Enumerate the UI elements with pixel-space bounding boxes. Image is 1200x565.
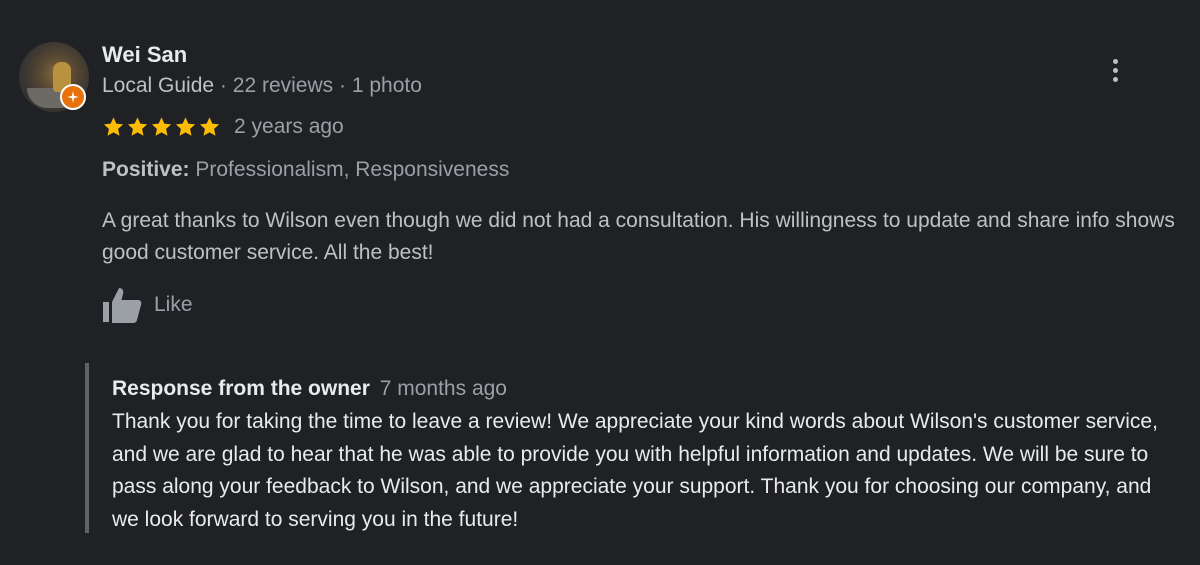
- more-vert-icon-dot: [1112, 76, 1118, 82]
- rating-row: 2 years ago: [102, 114, 344, 140]
- star-filled-icon: [103, 117, 124, 136]
- owner-response-header: Response from the owner 7 months ago: [112, 375, 507, 403]
- attributes-values: Professionalism, Responsiveness: [195, 158, 510, 181]
- star-filled-icon: [151, 117, 172, 136]
- thumbs-up-icon: [103, 288, 142, 323]
- more-options-button[interactable]: [1100, 52, 1130, 88]
- photo-count: 1 photo: [351, 74, 422, 97]
- more-vert-icon: [1112, 58, 1118, 64]
- meta-separator: ·: [339, 74, 346, 97]
- owner-response-title: Response from the owner: [112, 377, 370, 400]
- owner-response: Response from the owner 7 months ago Tha…: [85, 363, 1179, 533]
- reviewer-meta[interactable]: Local Guide · 22 reviews · 1 photo: [102, 73, 422, 99]
- review-attributes: Positive: Professionalism, Responsivenes…: [102, 157, 509, 183]
- star-rating: [102, 116, 221, 138]
- like-button[interactable]: Like: [102, 286, 193, 324]
- owner-response-text: Thank you for taking the time to leave a…: [112, 410, 1158, 532]
- star-filled-icon: [199, 117, 220, 136]
- like-label: Like: [154, 293, 193, 316]
- star-filled-icon: [175, 117, 196, 136]
- review-date: 2 years ago: [234, 115, 344, 138]
- reviewer-name[interactable]: Wei San: [102, 42, 187, 68]
- local-guide-label: Local Guide: [102, 74, 215, 97]
- review-card: Wei San Local Guide · 22 reviews · 1 pho…: [0, 0, 1200, 565]
- local-guide-badge-icon: [60, 84, 86, 110]
- attributes-label: Positive:: [102, 158, 190, 181]
- star-filled-icon: [127, 117, 148, 136]
- owner-response-date: 7 months ago: [379, 377, 507, 400]
- more-vert-icon-dot: [1112, 67, 1118, 73]
- review-count: 22 reviews: [232, 74, 334, 97]
- meta-separator: ·: [219, 74, 227, 97]
- review-text: A great thanks to Wilson even though we …: [102, 209, 1175, 264]
